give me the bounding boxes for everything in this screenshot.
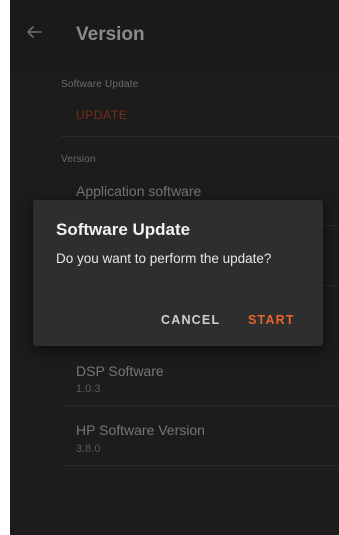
item-title-application-software: Application software <box>76 183 202 199</box>
item-value-hp-software-version: 3.8.0 <box>76 443 101 455</box>
dialog-message: Do you want to perform the update? <box>56 251 272 266</box>
page-title: Version <box>76 24 145 45</box>
divider <box>61 136 339 137</box>
update-button[interactable]: UPDATE <box>76 108 127 122</box>
section-header-software-update: Software Update <box>61 79 139 90</box>
arrow-left-icon <box>27 26 42 38</box>
item-title-hp-software-version: HP Software Version <box>76 422 205 438</box>
software-update-dialog: Software Update Do you want to perform t… <box>33 200 323 346</box>
back-button[interactable] <box>24 22 44 42</box>
start-button[interactable]: START <box>248 313 295 327</box>
item-title-dsp-software: DSP Software <box>76 363 164 379</box>
cancel-button[interactable]: CANCEL <box>161 313 220 327</box>
item-value-dsp-software: 1.0.3 <box>76 383 101 395</box>
app-bar: Version <box>10 0 339 70</box>
dialog-title: Software Update <box>56 220 191 239</box>
divider <box>61 465 339 466</box>
section-header-version: Version <box>61 154 96 165</box>
